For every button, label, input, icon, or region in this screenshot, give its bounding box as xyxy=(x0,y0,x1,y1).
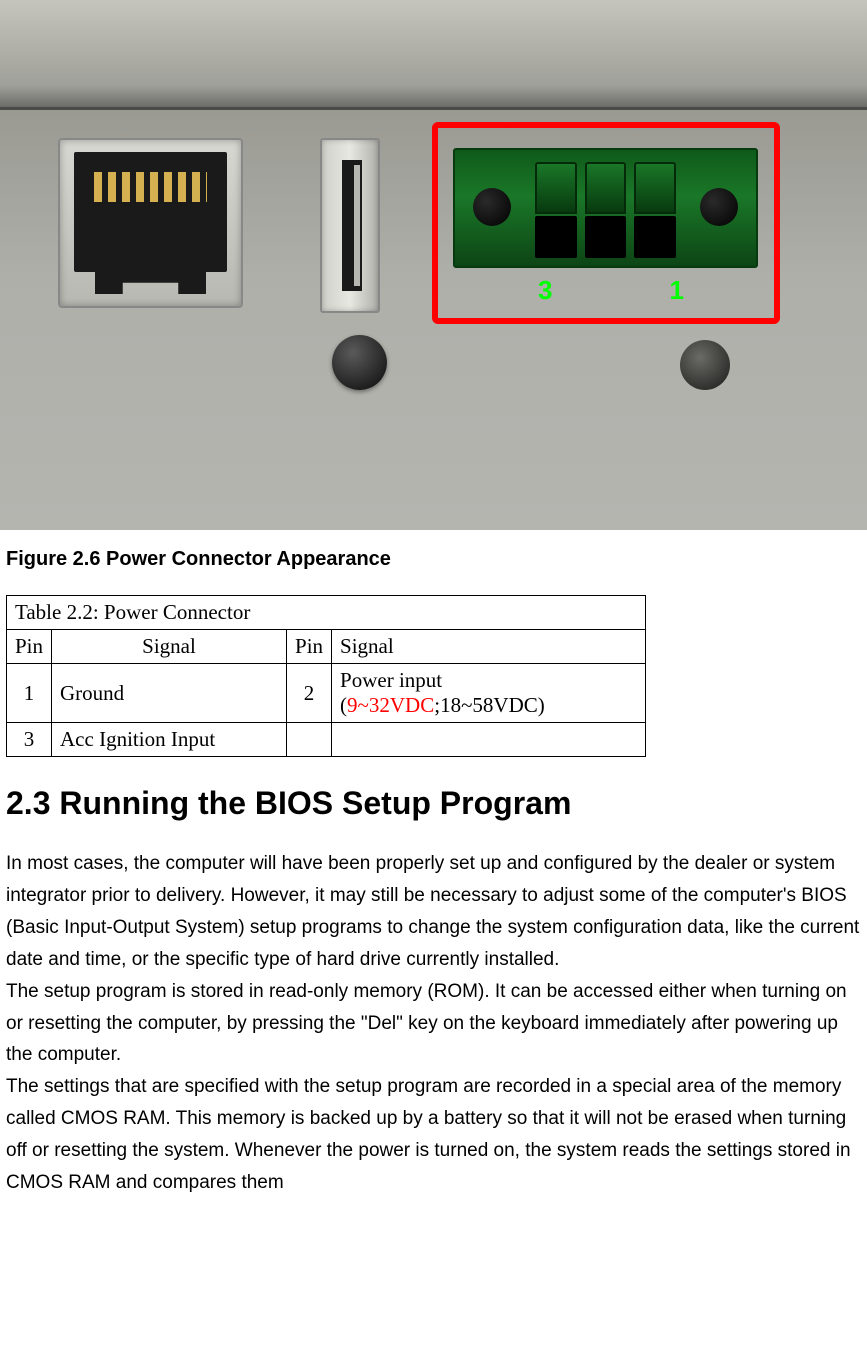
usb-port-icon xyxy=(320,138,380,313)
section-heading: 2.3 Running the BIOS Setup Program xyxy=(6,785,867,822)
power-input-line1: Power input xyxy=(340,668,442,692)
cell-signal-2: Power input (9~32VDC;18~58VDC) xyxy=(332,664,646,723)
power-input-voltage-red: 9~32VDC xyxy=(347,693,434,717)
chassis-top xyxy=(0,0,867,110)
table-header-pin-a: Pin xyxy=(7,630,52,664)
table-header-signal-b: Signal xyxy=(332,630,646,664)
table-row: 3 Acc Ignition Input xyxy=(7,723,646,757)
cell-signal-1: Ground xyxy=(52,664,287,723)
table-header-row: Pin Signal Pin Signal xyxy=(7,630,646,664)
power-input-voltage-rest: ;18~58VDC) xyxy=(434,693,545,717)
screw-hole-icon xyxy=(680,340,730,390)
cell-signal-3: Acc Ignition Input xyxy=(52,723,287,757)
pin-label-3: 3 xyxy=(538,275,552,306)
table-row: 1 Ground 2 Power input (9~32VDC;18~58VDC… xyxy=(7,664,646,723)
figure-caption: Figure 2.6 Power Connector Appearance xyxy=(6,548,867,571)
cell-pin-2: 2 xyxy=(287,664,332,723)
cell-signal-4 xyxy=(332,723,646,757)
table-title-row: Table 2.2: Power Connector xyxy=(7,596,646,630)
table-header-pin-b: Pin xyxy=(287,630,332,664)
power-connector-table: Table 2.2: Power Connector Pin Signal Pi… xyxy=(6,595,646,757)
cell-pin-4 xyxy=(287,723,332,757)
body-paragraph: In most cases, the computer will have be… xyxy=(6,848,861,1199)
cell-pin-3: 3 xyxy=(7,723,52,757)
ethernet-port-icon xyxy=(58,138,243,308)
pin-label-1: 1 xyxy=(670,275,684,306)
highlight-box: 3 1 xyxy=(432,122,780,324)
round-button-icon xyxy=(332,335,387,390)
power-input-open: ( xyxy=(340,693,347,717)
figure-image: 3 1 xyxy=(0,0,867,530)
table-title: Table 2.2: Power Connector xyxy=(7,596,646,630)
cell-pin-1: 1 xyxy=(7,664,52,723)
table-header-signal-a: Signal xyxy=(52,630,287,664)
